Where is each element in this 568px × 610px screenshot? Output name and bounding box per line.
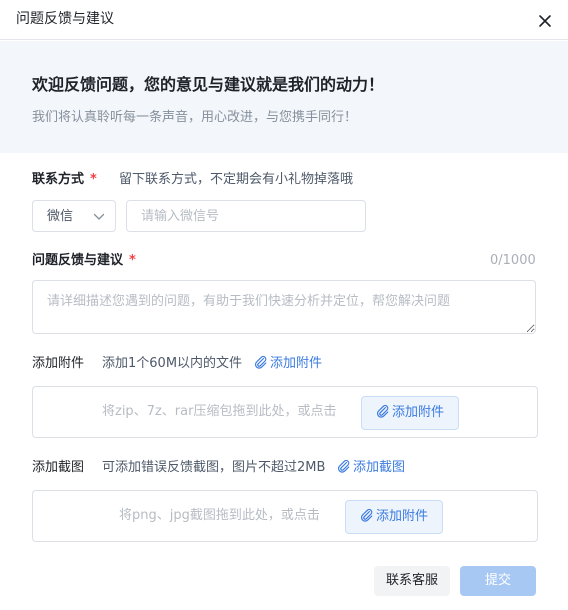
screenshot-upload-button[interactable]: 添加附件 xyxy=(345,500,444,534)
add-screenshot-link-label: 添加截图 xyxy=(353,460,406,475)
required-mark: * xyxy=(129,253,136,268)
feedback-label: 问题反馈与建议 * xyxy=(32,252,136,270)
banner-title: 欢迎反馈问题，您的意见与建议就是我们的动力！ xyxy=(32,75,385,94)
banner-subtitle: 我们将认真聆听每一条声音，用心改进，与您携手同行！ xyxy=(32,110,358,125)
screenshot-hint: 可添加错误反馈截图，图片不超过2MB xyxy=(102,460,326,475)
add-attachment-link-label: 添加附件 xyxy=(270,356,323,371)
contact-label: 联系方式 * xyxy=(32,171,97,189)
wechat-input[interactable] xyxy=(126,200,366,232)
attachment-dropzone[interactable]: 将zip、7z、rar压缩包拖到此处，或点击 添加附件 xyxy=(32,386,538,438)
paperclip-icon xyxy=(376,404,389,418)
feedback-textarea[interactable] xyxy=(32,280,536,334)
attachment-upload-button[interactable]: 添加附件 xyxy=(361,396,460,430)
chevron-down-icon xyxy=(93,213,105,220)
paperclip-icon xyxy=(254,355,267,369)
screenshot-label: 添加截图 xyxy=(32,460,85,475)
add-screenshot-link[interactable]: 添加截图 xyxy=(337,459,405,477)
attachment-dropzone-text: 将zip、7z、rar压缩包拖到此处，或点击 xyxy=(102,404,337,419)
contact-label-text: 联系方式 xyxy=(32,172,85,187)
paperclip-icon xyxy=(337,459,350,473)
contact-hint: 留下联系方式，不定期会有小礼物掉落哦 xyxy=(119,172,354,187)
contact-type-select[interactable]: 微信 xyxy=(32,200,116,232)
dialog-title: 问题反馈与建议 xyxy=(16,11,114,27)
attachment-upload-button-label: 添加附件 xyxy=(392,405,445,420)
contact-service-button[interactable]: 联系客服 xyxy=(374,566,450,596)
paperclip-icon xyxy=(360,508,373,522)
feedback-dialog: 问题反馈与建议 欢迎反馈问题，您的意见与建议就是我们的动力！ 我们将认真聆听每一… xyxy=(0,0,568,610)
feedback-label-text: 问题反馈与建议 xyxy=(32,253,124,268)
dialog-header: 问题反馈与建议 xyxy=(0,0,568,40)
screenshot-dropzone-text: 将png、jpg截图拖到此处，或点击 xyxy=(119,508,320,523)
welcome-banner: 欢迎反馈问题，您的意见与建议就是我们的动力！ 我们将认真聆听每一条声音，用心改进… xyxy=(0,41,568,153)
contact-type-value: 微信 xyxy=(47,209,74,224)
screenshot-dropzone[interactable]: 将png、jpg截图拖到此处，或点击 添加附件 xyxy=(32,490,538,542)
close-icon[interactable] xyxy=(536,12,554,30)
required-mark: * xyxy=(90,172,97,187)
attachment-hint: 添加1个60M以内的文件 xyxy=(102,356,243,371)
submit-button[interactable]: 提交 xyxy=(460,566,536,596)
attachment-label: 添加附件 xyxy=(32,356,85,371)
screenshot-upload-button-label: 添加附件 xyxy=(376,509,429,524)
char-counter: 0/1000 xyxy=(490,253,536,268)
add-attachment-link[interactable]: 添加附件 xyxy=(254,355,322,373)
